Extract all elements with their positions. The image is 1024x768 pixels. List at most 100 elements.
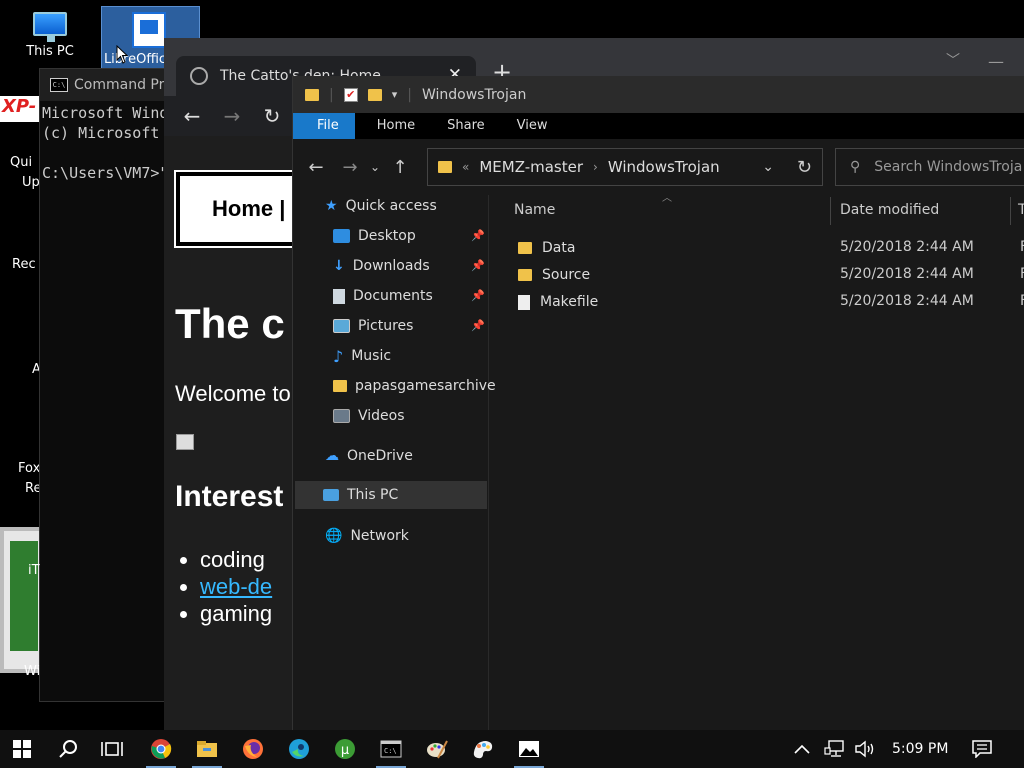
forward-icon[interactable]: → — [212, 104, 252, 128]
action-center-button[interactable] — [972, 730, 992, 768]
videos-icon — [333, 409, 350, 423]
firefox-icon — [243, 739, 263, 759]
taskbar-edge[interactable] — [276, 730, 322, 768]
pin-icon[interactable]: 📌 — [471, 289, 485, 302]
nav-music[interactable]: ♪ Music — [333, 345, 391, 367]
pin-icon[interactable]: 📌 — [471, 229, 485, 242]
forward-icon[interactable]: → — [335, 157, 365, 178]
file-date: 5/20/2018 2:44 AM — [840, 293, 974, 309]
svg-text:µ: µ — [341, 743, 349, 758]
pin-icon[interactable]: 📌 — [471, 259, 485, 272]
svg-text:C:\: C:\ — [384, 747, 397, 755]
taskbar-cmd[interactable]: C:\ — [368, 730, 414, 768]
table-row[interactable]: Data 5/20/2018 2:44 AM F — [490, 237, 1024, 259]
customize-toolbar-icon[interactable]: ▾ — [392, 88, 398, 101]
utorrent-icon: µ — [335, 739, 355, 759]
breadcrumb-item[interactable]: MEMZ-master — [479, 158, 583, 176]
task-view-button[interactable] — [90, 730, 134, 768]
file-name: Data — [542, 240, 576, 256]
up-icon[interactable]: ↑ — [385, 157, 415, 178]
nav-quick-access[interactable]: ★ Quick access — [325, 195, 437, 217]
file-date: 5/20/2018 2:44 AM — [840, 239, 974, 255]
column-header-type[interactable]: T — [1018, 195, 1024, 225]
volume-control[interactable] — [854, 730, 876, 768]
back-icon[interactable]: ← — [297, 157, 335, 178]
paint3d-icon — [473, 741, 493, 759]
volume-icon — [855, 740, 874, 758]
reload-icon[interactable]: ↻ — [252, 104, 292, 128]
taskbar-paint[interactable] — [414, 730, 460, 768]
libreoffice-icon — [132, 12, 166, 48]
address-row: ← → ⌄ ↑ « MEMZ-master › WindowsTrojan ⌄ … — [293, 139, 1024, 195]
monitor-icon — [33, 12, 67, 42]
chevron-left-icon: « — [462, 160, 470, 174]
cmd-icon: C:\ — [380, 740, 402, 758]
network-status[interactable] — [824, 730, 846, 768]
nav-papasgamesarchive[interactable]: papasgamesarchive — [333, 375, 496, 397]
file-date: 5/20/2018 2:44 AM — [840, 266, 974, 282]
taskbar-file-explorer[interactable] — [184, 730, 230, 768]
list-item: gaming — [200, 600, 272, 627]
tab-home[interactable]: Home — [355, 113, 431, 139]
chevron-right-icon: › — [593, 160, 598, 174]
cmd-icon: C:\ — [50, 78, 68, 92]
desktop-icon-label: Fox — [18, 461, 41, 476]
breadcrumb-item[interactable]: WindowsTrojan — [608, 158, 720, 176]
taskbar-photos[interactable] — [506, 730, 552, 768]
nav-videos[interactable]: Videos — [333, 405, 405, 427]
web-page: Home | The c Welcome to Interest coding … — [164, 136, 292, 730]
file-type: F — [1020, 293, 1024, 309]
start-button[interactable] — [0, 730, 44, 768]
folder-icon — [438, 161, 452, 173]
search-icon: ⚲ — [850, 159, 861, 175]
nav-pictures[interactable]: Pictures — [333, 315, 413, 337]
list-item: web-de — [200, 573, 272, 600]
nav-this-pc[interactable]: This PC — [295, 481, 487, 509]
chevron-down-icon[interactable]: ⌄ — [762, 159, 774, 175]
tab-view[interactable]: View — [501, 113, 564, 139]
show-hidden-icons[interactable] — [794, 730, 810, 768]
table-row[interactable]: Makefile 5/20/2018 2:44 AM F — [490, 291, 1024, 313]
desktop-icon-label: iT — [28, 563, 40, 578]
column-header-name[interactable]: Name — [514, 195, 555, 225]
cmd-line: (c) Microsoft — [42, 124, 160, 142]
desktop-icon — [333, 229, 350, 243]
search-button[interactable] — [46, 730, 90, 768]
column-header-date[interactable]: Date modified — [840, 195, 939, 225]
file-type: F — [1020, 239, 1024, 255]
desktop-icon-this-pc[interactable]: This PC — [18, 8, 82, 59]
pin-icon[interactable]: 📌 — [471, 319, 485, 332]
taskbar-paint3d[interactable] — [460, 730, 506, 768]
navigation-pane: ★ Quick access Desktop 📌 ↓ Downloads 📌 D… — [293, 195, 496, 730]
nav-network[interactable]: 🌐 Network — [325, 525, 409, 547]
search-placeholder: Search WindowsTroja — [874, 159, 1023, 175]
nav-desktop[interactable]: Desktop — [333, 225, 416, 247]
star-icon: ★ — [325, 198, 338, 214]
chevron-down-icon[interactable]: ﹀ — [946, 50, 960, 70]
tab-share[interactable]: Share — [431, 113, 501, 139]
edge-icon — [289, 739, 309, 759]
nav-onedrive[interactable]: ☁ OneDrive — [325, 445, 413, 467]
desktop-icon-label: Up — [22, 175, 40, 190]
folder-icon — [518, 269, 532, 281]
clock[interactable]: 5:09 PM — [892, 730, 948, 768]
taskbar-firefox[interactable] — [230, 730, 276, 768]
recent-locations-icon[interactable]: ⌄ — [365, 160, 385, 174]
desktop-icon-label: LibreOffic — [103, 52, 167, 67]
nav-downloads[interactable]: ↓ Downloads — [333, 255, 430, 277]
taskbar-chrome[interactable] — [138, 730, 184, 768]
nav-documents[interactable]: Documents — [333, 285, 433, 307]
file-explorer-window[interactable]: | ✔ ▾ | WindowsTrojan File Home Share Vi… — [292, 76, 1024, 730]
address-bar[interactable]: « MEMZ-master › WindowsTrojan ⌄ ↻ — [427, 148, 823, 186]
refresh-icon[interactable]: ↻ — [797, 157, 812, 178]
properties-icon[interactable]: ✔ — [343, 87, 358, 102]
back-icon[interactable]: ← — [172, 104, 212, 128]
web-dev-link[interactable]: web-de — [200, 574, 272, 599]
table-row[interactable]: Source 5/20/2018 2:44 AM F — [490, 264, 1024, 286]
site-nav-home-link[interactable]: Home | — [212, 196, 285, 221]
tab-file[interactable]: File — [293, 113, 355, 139]
search-input[interactable]: ⚲ Search WindowsTroja — [835, 148, 1024, 186]
minimize-icon[interactable]: — — [988, 52, 1004, 71]
new-folder-icon[interactable] — [367, 88, 382, 101]
taskbar-utorrent[interactable]: µ — [322, 730, 368, 768]
